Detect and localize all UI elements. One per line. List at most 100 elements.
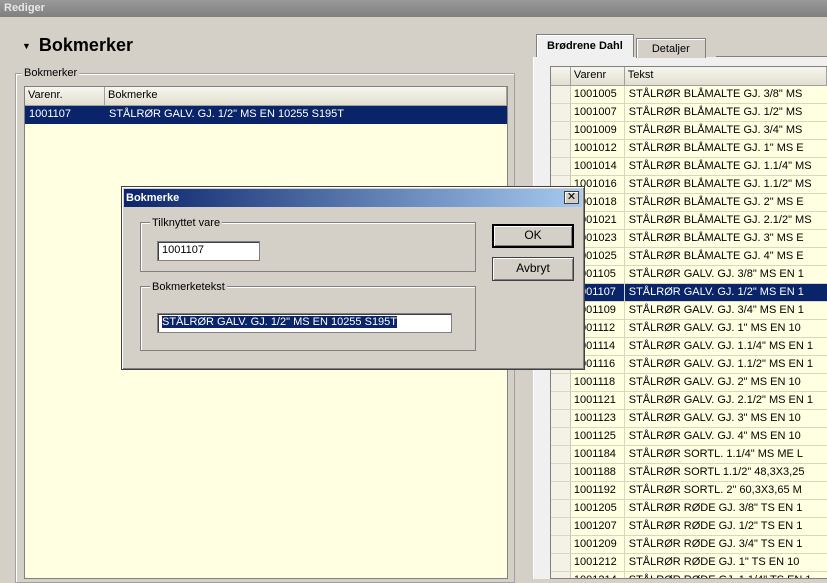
row-header[interactable] (551, 518, 571, 535)
cell-varenr: 1001207 (571, 518, 625, 535)
table-row[interactable]: 1001121 STÅLRØR GALV. GJ. 2.1/2" MS EN 1 (551, 392, 827, 410)
row-header[interactable] (551, 554, 571, 571)
cell-tekst: STÅLRØR BLÅMALTE GJ. 2.1/2" MS (628, 214, 812, 226)
table-row[interactable]: 1001192 STÅLRØR SORTL. 2" 60,3X3,65 M (551, 482, 827, 500)
table-row[interactable]: 1001118 STÅLRØR GALV. GJ. 2" MS EN 10 (551, 374, 827, 392)
tab-divider (716, 56, 827, 57)
table-row[interactable]: 1001184 STÅLRØR SORTL. 1.1/4" MS ME L (551, 446, 827, 464)
cell-varenr: 1001184 (571, 446, 625, 463)
cell-tekst: STÅLRØR BLÅMALTE GJ. 3" MS E (628, 232, 804, 244)
cell-varenr: 1001209 (571, 536, 625, 553)
cell-bokmerke: STÅLRØR GALV. GJ. 1/2" MS EN 10255 S195T (109, 108, 345, 120)
page-heading[interactable]: ▼ Bokmerker (22, 35, 133, 56)
tab-brodrene-dahl[interactable]: Brødrene Dahl (536, 34, 634, 57)
row-header[interactable] (551, 104, 571, 121)
column-header-varenr[interactable]: Varenr. (25, 87, 105, 105)
row-header[interactable] (551, 122, 571, 139)
row-header[interactable] (551, 536, 571, 553)
column-header-varenr[interactable]: Varenr (570, 67, 625, 85)
bookmark-text-label: Bokmerketekst (150, 281, 227, 293)
cell-tekst: STÅLRØR RØDE GJ. 3/8" TS EN 1 (628, 502, 803, 514)
table-row[interactable]: 1001116 STÅLRØR GALV. GJ. 1.1/2" MS EN 1 (551, 356, 827, 374)
row-header[interactable] (551, 392, 571, 409)
tab-bar: Brødrene Dahl Detaljer (536, 34, 708, 58)
cell-tekst: STÅLRØR GALV. GJ. 2.1/2" MS EN 1 (628, 394, 813, 406)
cell-tekst: STÅLRØR GALV. GJ. 1.1/2" MS EN 1 (628, 358, 813, 370)
product-grid[interactable]: Varenr Tekst 1001005 STÅLRØR BLÅMALTE GJ.… (550, 66, 827, 579)
cell-tekst: STÅLRØR SORTL. 2" 60,3X3,65 M (628, 484, 802, 496)
table-row[interactable]: 1001007 STÅLRØR BLÅMALTE GJ. 1/2" MS (551, 104, 827, 122)
cell-tekst: STÅLRØR BLÅMALTE GJ. 1" MS E (628, 142, 804, 154)
ok-button[interactable]: OK (492, 224, 574, 248)
bookmark-text-selection: STÅLRØR GALV. GJ. 1/2" MS EN 10255 S195T (162, 316, 398, 328)
table-row[interactable]: 1001012 STÅLRØR BLÅMALTE GJ. 1" MS E (551, 140, 827, 158)
column-header-bokmerke[interactable]: Bokmerke (105, 87, 507, 105)
cell-varenr: 1001205 (571, 500, 625, 517)
table-row[interactable]: 1001125 STÅLRØR GALV. GJ. 4" MS EN 10 (551, 428, 827, 446)
row-header[interactable] (551, 428, 571, 445)
cell-tekst: STÅLRØR GALV. GJ. 3/8" MS EN 1 (628, 268, 804, 280)
table-row[interactable]: 1001105 STÅLRØR GALV. GJ. 3/8" MS EN 1 (551, 266, 827, 284)
dialog-title: Bokmerke (126, 192, 180, 204)
column-header-tekst[interactable]: Tekst (624, 67, 827, 85)
row-header[interactable] (551, 446, 571, 463)
close-icon[interactable]: ✕ (564, 191, 579, 204)
row-header[interactable] (551, 572, 571, 578)
table-row[interactable]: 1001212 STÅLRØR RØDE GJ. 1" TS EN 10 (551, 554, 827, 572)
table-row[interactable]: 1001188 STÅLRØR SORTL 1.1/2" 48,3X3,25 (551, 464, 827, 482)
cell-tekst: STÅLRØR SORTL 1.1/2" 48,3X3,25 (628, 466, 805, 478)
cell-tekst: STÅLRØR GALV. GJ. 1.1/4" MS EN 1 (628, 340, 813, 352)
table-row[interactable]: 1001021 STÅLRØR BLÅMALTE GJ. 2.1/2" MS (551, 212, 827, 230)
cell-tekst: STÅLRØR RØDE GJ. 3/4" TS EN 1 (628, 538, 803, 550)
cell-varenr: 1001192 (571, 482, 625, 499)
window-title: Rediger (4, 2, 45, 14)
cell-varenr: 1001007 (571, 104, 625, 121)
cell-tekst: STÅLRØR GALV. GJ. 4" MS EN 10 (628, 430, 801, 442)
bookmarks-group-label: Bokmerker (22, 67, 80, 79)
table-row[interactable]: 1001209 STÅLRØR RØDE GJ. 3/4" TS EN 1 (551, 536, 827, 554)
bookmarks-list-header: Varenr. Bokmerke (25, 87, 507, 106)
cell-tekst: STÅLRØR RØDE GJ. 1.1/4" TS EN 1 (625, 572, 827, 578)
table-row[interactable]: 1001009 STÅLRØR BLÅMALTE GJ. 3/4" MS (551, 122, 827, 140)
table-row[interactable]: 1001025 STÅLRØR BLÅMALTE GJ. 4" MS E (551, 248, 827, 266)
cell-tekst: STÅLRØR GALV. GJ. 2" MS EN 10 (628, 376, 801, 388)
table-row[interactable]: 1001214STÅLRØR RØDE GJ. 1.1/4" TS EN 1 (551, 572, 827, 578)
row-header[interactable] (551, 482, 571, 499)
table-row[interactable]: 1001018 STÅLRØR BLÅMALTE GJ. 2" MS E (551, 194, 827, 212)
window-titlebar: Rediger (0, 0, 827, 17)
cell-varenr: 1001009 (571, 122, 625, 139)
table-row[interactable]: 1001207 STÅLRØR RØDE GJ. 1/2" TS EN 1 (551, 518, 827, 536)
row-header[interactable] (551, 464, 571, 481)
cell-tekst: STÅLRØR RØDE GJ. 1" TS EN 10 (628, 556, 800, 568)
row-header[interactable] (551, 374, 571, 391)
tab-detaljer[interactable]: Detaljer (635, 38, 706, 58)
table-row[interactable]: 1001112 STÅLRØR GALV. GJ. 1" MS EN 10 (551, 320, 827, 338)
bookmark-text-field[interactable]: STÅLRØR GALV. GJ. 1/2" MS EN 10255 S195T (157, 313, 452, 333)
collapse-arrow-icon[interactable]: ▼ (22, 41, 31, 51)
table-row[interactable]: 1001005 STÅLRØR BLÅMALTE GJ. 3/8" MS (551, 86, 827, 104)
table-row[interactable]: 1001023 STÅLRØR BLÅMALTE GJ. 3" MS E (551, 230, 827, 248)
row-header[interactable] (551, 158, 571, 175)
row-header[interactable] (551, 410, 571, 427)
table-row[interactable]: 1001114 STÅLRØR GALV. GJ. 1.1/4" MS EN 1 (551, 338, 827, 356)
cell-varenr: 1001012 (571, 140, 625, 157)
linked-item-field[interactable]: 1001107 (157, 241, 260, 261)
table-row[interactable]: 1001123 STÅLRØR GALV. GJ. 3" MS EN 10 (551, 410, 827, 428)
table-row[interactable]: 1001014 STÅLRØR BLÅMALTE GJ. 1.1/4" MS (551, 158, 827, 176)
cancel-button[interactable]: Avbryt (492, 257, 574, 281)
row-header[interactable] (551, 86, 571, 103)
page-title: Bokmerker (38, 35, 133, 55)
cell-varenr: 1001118 (571, 374, 625, 391)
bookmark-dialog: Bokmerke ✕ Tilknyttet vare 1001107 Bokme… (121, 186, 585, 370)
cell-tekst: STÅLRØR BLÅMALTE GJ. 1/2" MS (628, 106, 803, 118)
cell-varenr: 1001014 (571, 158, 625, 175)
table-row[interactable]: 1001109 STÅLRØR GALV. GJ. 3/4" MS EN 1 (551, 302, 827, 320)
table-row[interactable]: 1001205 STÅLRØR RØDE GJ. 3/8" TS EN 1 (551, 500, 827, 518)
cell-tekst: STÅLRØR BLÅMALTE GJ. 2" MS E (628, 196, 804, 208)
table-row[interactable]: 1001107 STÅLRØR GALV. GJ. 1/2" MS EN 1 (551, 284, 827, 302)
row-header-corner (551, 67, 571, 85)
table-row[interactable]: 1001016 STÅLRØR BLÅMALTE GJ. 1.1/2" MS (551, 176, 827, 194)
table-row[interactable]: 1001107 STÅLRØR GALV. GJ. 1/2" MS EN 1025… (25, 106, 507, 124)
row-header[interactable] (551, 140, 571, 157)
row-header[interactable] (551, 500, 571, 517)
